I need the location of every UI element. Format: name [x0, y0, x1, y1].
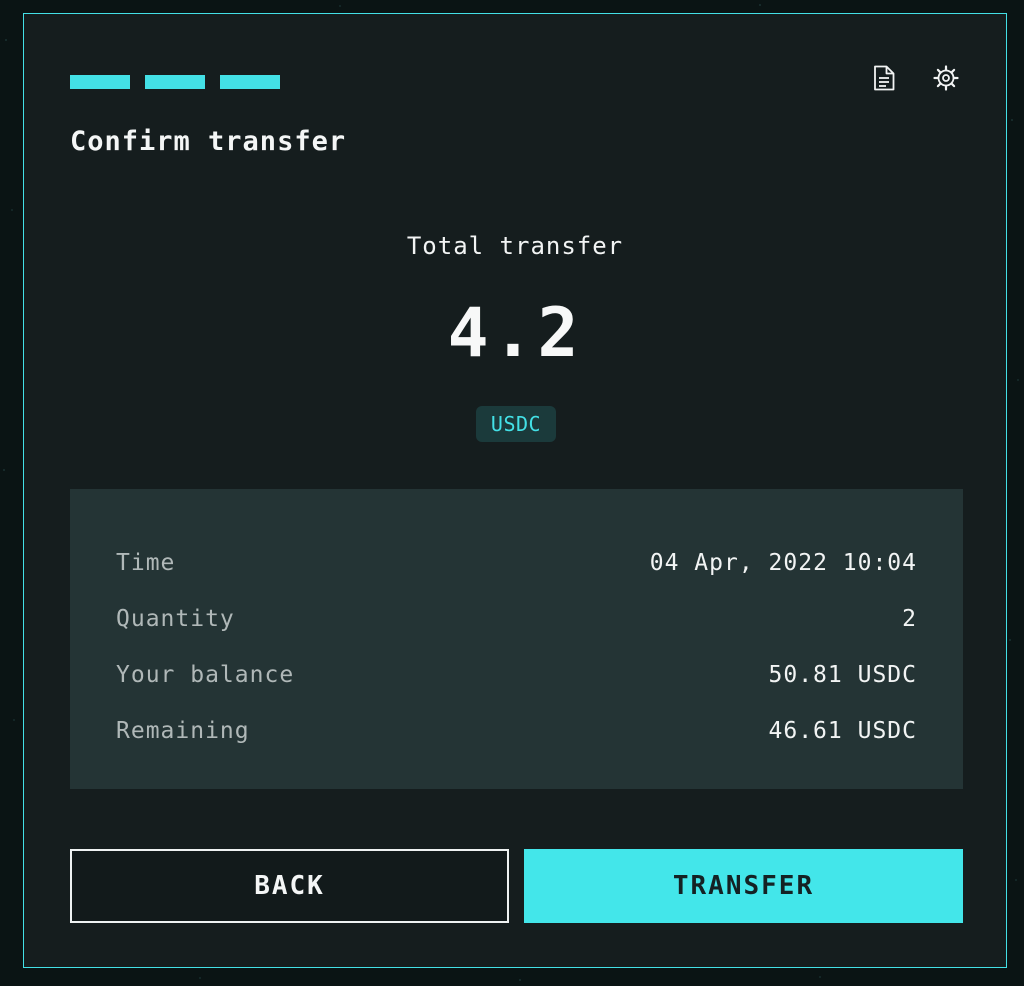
- detail-label: Remaining: [116, 718, 250, 744]
- detail-value: 50.81 USDC: [768, 662, 917, 688]
- step-indicator: [70, 75, 280, 89]
- step-1: [70, 75, 130, 89]
- settings-button[interactable]: [932, 64, 960, 92]
- detail-row-time: Time 04 Apr, 2022 10:04: [116, 535, 917, 591]
- step-3: [220, 75, 280, 89]
- total-transfer-amount: 4.2: [447, 294, 583, 373]
- back-button[interactable]: BACK: [70, 849, 509, 923]
- step-2: [145, 75, 205, 89]
- header-actions: [870, 64, 960, 92]
- detail-label: Quantity: [116, 606, 235, 632]
- document-icon: [874, 65, 895, 91]
- page-title: Confirm transfer: [70, 126, 347, 157]
- detail-label: Your balance: [116, 662, 295, 688]
- currency-badge: USDC: [476, 406, 556, 442]
- detail-row-remaining: Remaining 46.61 USDC: [116, 703, 917, 759]
- transfer-button[interactable]: TRANSFER: [524, 849, 963, 923]
- transfer-details: Time 04 Apr, 2022 10:04 Quantity 2 Your …: [70, 489, 963, 789]
- document-button[interactable]: [870, 64, 898, 92]
- gear-icon: [933, 65, 959, 91]
- total-transfer-label: Total transfer: [406, 232, 624, 260]
- detail-row-quantity: Quantity 2: [116, 591, 917, 647]
- detail-value: 46.61 USDC: [768, 718, 917, 744]
- transfer-dialog: Confirm transfer Total transfer 4.2 USDC…: [23, 13, 1007, 968]
- detail-label: Time: [116, 550, 176, 576]
- detail-value: 04 Apr, 2022 10:04: [649, 550, 917, 576]
- detail-value: 2: [902, 606, 917, 632]
- detail-row-balance: Your balance 50.81 USDC: [116, 647, 917, 703]
